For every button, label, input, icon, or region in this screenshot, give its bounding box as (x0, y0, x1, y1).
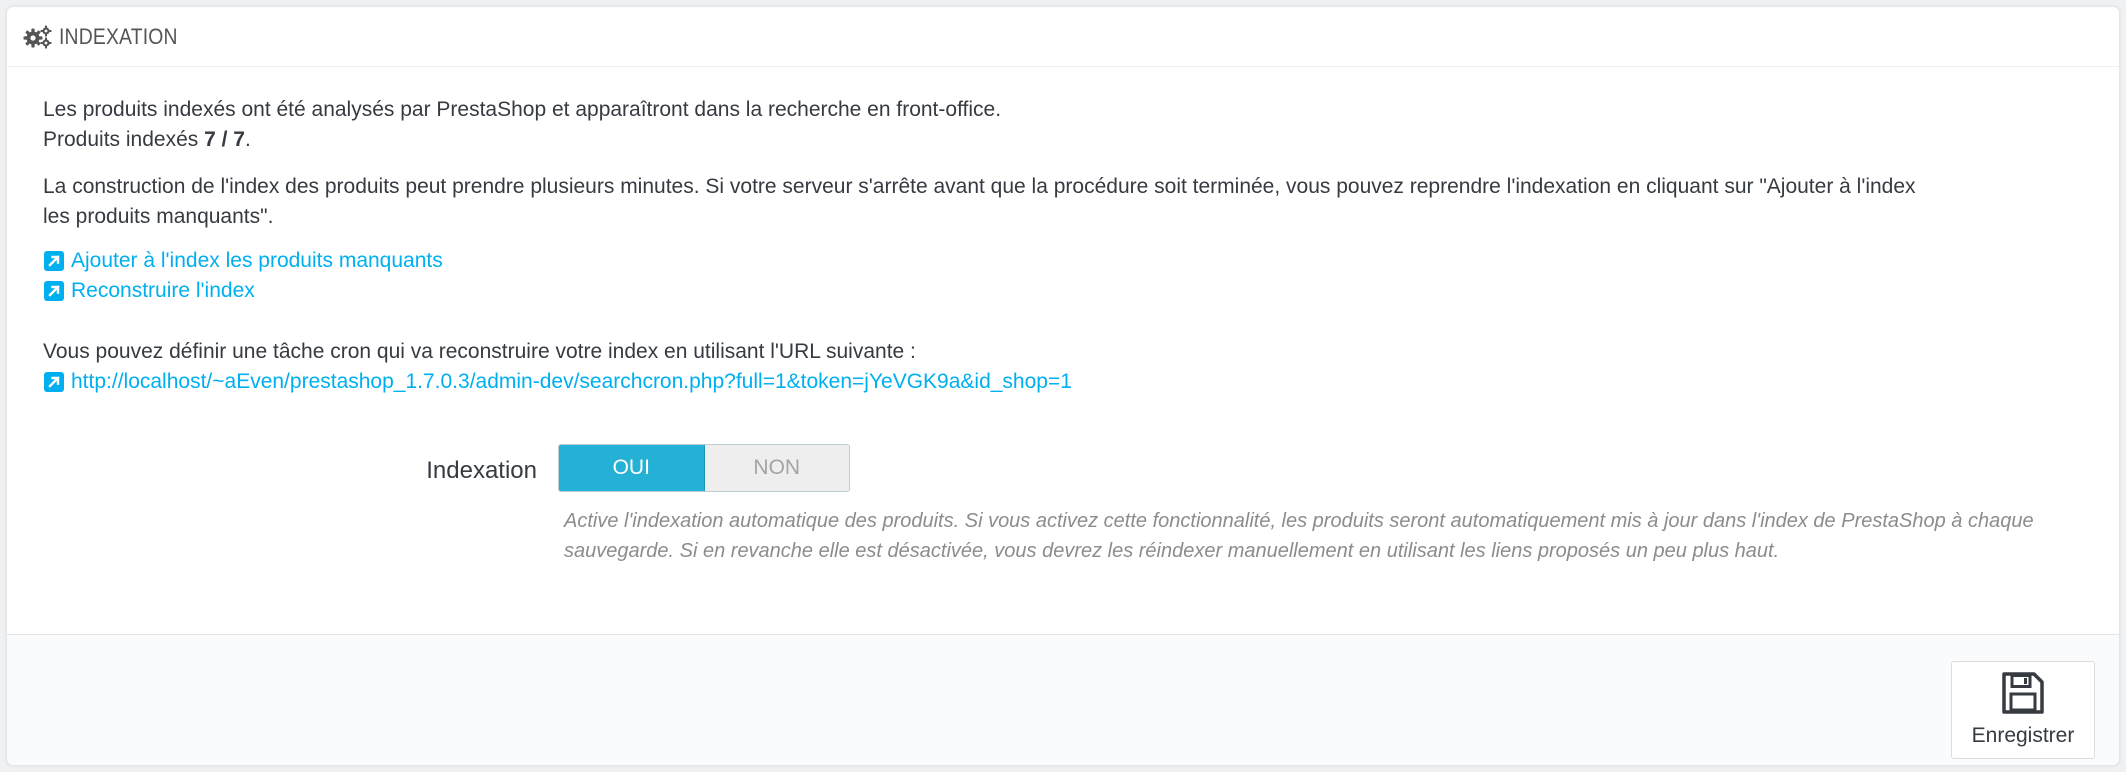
external-link-icon (44, 251, 64, 271)
rebuild-index-label: Reconstruire l'index (71, 279, 255, 302)
indexation-help-text: Active l'indexation automatique des prod… (564, 510, 2034, 562)
add-missing-label: Ajouter à l'index les produits manquants (71, 249, 443, 272)
switch-on-option[interactable]: OUI (559, 445, 705, 491)
panel-title: INDEXATION (59, 23, 178, 49)
indexed-suffix: . (244, 128, 251, 151)
indexation-panel: INDEXATION Les produits indexés ont été … (6, 6, 2120, 766)
external-link-icon (44, 281, 64, 301)
switch-off-option[interactable]: NON (704, 445, 849, 491)
external-link-icon (44, 372, 64, 392)
floppy-disk-icon (2002, 672, 2044, 714)
note-line-2: les produits manquants". (43, 205, 274, 228)
rebuild-index-link[interactable]: Reconstruire l'index (43, 276, 255, 306)
save-button-label: Enregistrer (1971, 724, 2075, 747)
panel-heading: INDEXATION (7, 7, 2119, 67)
intro-line: Les produits indexés ont été analysés pa… (43, 98, 1002, 121)
indexed-prefix: Produits indexés (43, 128, 205, 151)
save-button[interactable]: Enregistrer (1951, 661, 2095, 759)
indexing-note: La construction de l'index des produits … (43, 172, 1916, 232)
indexed-count: 7 / 7 (204, 128, 245, 151)
indexation-label: Indexation (426, 457, 537, 484)
cron-text: Vous pouvez définir une tâche cron qui v… (43, 340, 916, 363)
panel-footer: Enregistrer (7, 634, 2119, 765)
intro-text: Les produits indexés ont été analysés pa… (43, 95, 1001, 155)
cron-url-label: http://localhost/~aEven/prestashop_1.7.0… (71, 370, 1072, 393)
cron-url-link[interactable]: http://localhost/~aEven/prestashop_1.7.0… (43, 367, 1072, 397)
add-missing-link[interactable]: Ajouter à l'index les produits manquants (43, 246, 443, 276)
indexation-switch: OUI NON (558, 444, 850, 492)
note-line-1: La construction de l'index des produits … (43, 175, 1916, 198)
cogs-icon (23, 25, 52, 48)
